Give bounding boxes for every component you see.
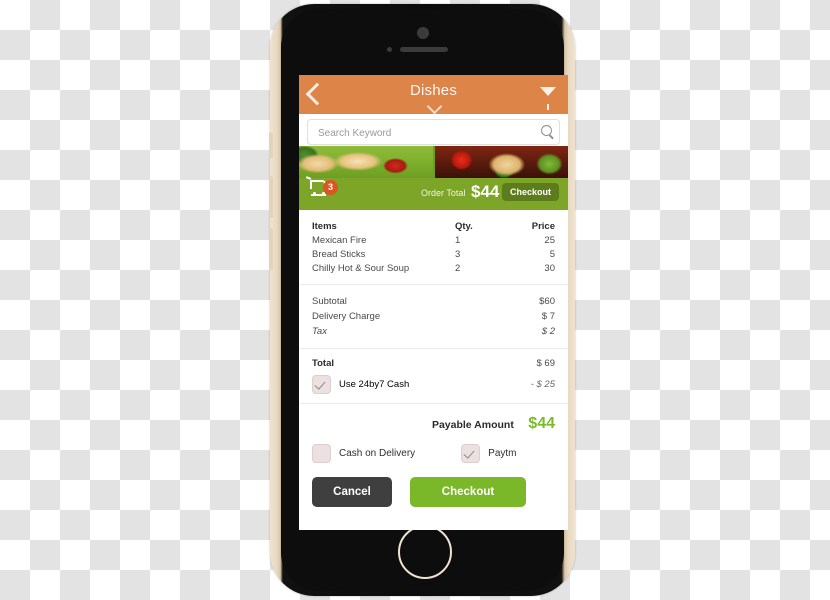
use-cash-checkbox[interactable] <box>312 375 331 394</box>
cash-on-delivery-label: Cash on Delivery <box>339 448 416 459</box>
phone-device-frame: Dishes Search Keyword 3 Order Total $44 … <box>269 4 575 596</box>
table-row: Tax $ 2 <box>312 324 555 339</box>
paytm-checkbox[interactable] <box>461 444 481 463</box>
column-header-qty: Qty. <box>455 220 473 232</box>
search-box[interactable] <box>307 119 560 146</box>
use-cash-label: Use 24by7 Cash <box>339 379 410 390</box>
screenshot-canvas: Dishes Search Keyword 3 Order Total $44 … <box>0 0 830 600</box>
chevron-down-icon[interactable] <box>426 98 442 115</box>
table-row: Bread Sticks 3 5 <box>312 247 555 261</box>
paytm-label: Paytm <box>488 448 517 459</box>
cash-option-group: Use 24by7 Cash <box>312 375 409 394</box>
total-section: Total $ 69 Use 24by7 Cash - $ 25 <box>299 349 568 404</box>
item-qty: 1 <box>455 234 461 246</box>
cash-on-delivery-checkbox[interactable] <box>312 444 331 463</box>
column-header-price: Price <box>531 220 555 232</box>
phone-screen: Dishes Search Keyword 3 Order Total $44 … <box>299 75 568 530</box>
cart-count-badge: 3 <box>323 180 338 195</box>
order-bar-checkout-button[interactable]: Checkout <box>501 183 559 201</box>
item-qty: 3 <box>455 248 461 260</box>
home-button[interactable] <box>397 525 452 579</box>
cart-wheel-left-icon <box>313 191 317 195</box>
food-photo-burger[interactable] <box>434 146 568 178</box>
checkout-button[interactable]: Checkout <box>410 477 526 507</box>
payable-amount-section: Payable Amount $44 <box>299 404 568 442</box>
total-label: Total <box>312 358 334 369</box>
item-name: Chilly Hot & Sour Soup <box>312 262 410 274</box>
cash-discount-amount: - $ 25 <box>530 379 555 390</box>
action-buttons-row: Cancel Checkout <box>299 463 568 519</box>
item-price: 5 <box>549 248 555 260</box>
charge-label-tax: Tax <box>312 326 327 337</box>
food-photo-wraps[interactable] <box>299 146 433 178</box>
item-price: 25 <box>544 234 555 246</box>
filter-funnel-icon[interactable] <box>540 87 556 110</box>
table-row: Subtotal $60 <box>312 294 555 309</box>
items-table-header-row: Items Qty. Price <box>312 219 555 233</box>
total-row: Total $ 69 <box>312 358 555 369</box>
order-total-bar: 3 Order Total $44 Checkout <box>299 178 568 210</box>
order-total-label: Order Total <box>421 188 466 198</box>
table-row: Chilly Hot & Sour Soup 2 30 <box>312 261 555 275</box>
item-qty: 2 <box>455 262 461 274</box>
proximity-sensor-icon <box>386 47 392 52</box>
total-value: $ 69 <box>536 358 556 369</box>
front-camera-icon <box>416 27 429 39</box>
charges-section: Subtotal $60 Delivery Charge $ 7 Tax $ 2 <box>299 285 568 349</box>
items-table: Items Qty. Price Mexican Fire 1 25 Bread… <box>312 219 555 275</box>
payment-option-cash-on-delivery[interactable]: Cash on Delivery <box>312 444 415 463</box>
item-price: 30 <box>544 262 555 274</box>
cash-discount-row: Use 24by7 Cash - $ 25 <box>312 375 555 394</box>
search-input[interactable] <box>316 120 525 146</box>
phone-bezel: Dishes Search Keyword 3 Order Total $44 … <box>281 9 568 591</box>
items-section: Items Qty. Price Mexican Fire 1 25 Bread… <box>299 210 568 285</box>
payable-amount-value: $44 <box>528 415 555 432</box>
cancel-button[interactable]: Cancel <box>312 477 392 507</box>
charge-amount-delivery: $ 7 <box>541 311 555 322</box>
charge-label-subtotal: Subtotal <box>312 296 347 307</box>
order-total-value: $44 <box>471 182 500 201</box>
payable-amount-label: Payable Amount <box>431 419 514 431</box>
table-row: Mexican Fire 1 25 <box>312 233 555 247</box>
search-bar <box>299 114 568 146</box>
payment-option-paytm[interactable]: Paytm <box>461 444 517 463</box>
charge-amount-subtotal: $60 <box>539 296 555 307</box>
app-header: Dishes <box>299 75 568 115</box>
page-title: Dishes <box>409 82 458 99</box>
order-summary-card: Items Qty. Price Mexican Fire 1 25 Bread… <box>299 210 568 530</box>
item-name: Bread Sticks <box>312 248 366 260</box>
earpiece-speaker-icon <box>399 47 448 52</box>
food-banner-strip[interactable] <box>299 146 568 178</box>
search-icon[interactable] <box>541 125 552 136</box>
volume-down-button[interactable] <box>269 228 273 270</box>
payment-options-group: Cash on Delivery Paytm <box>299 442 568 463</box>
volume-up-button[interactable] <box>269 176 273 218</box>
charge-amount-tax: $ 2 <box>541 326 555 337</box>
column-header-items: Items <box>312 220 337 232</box>
shopping-cart-icon[interactable]: 3 <box>310 180 338 204</box>
silent-switch-button[interactable] <box>269 132 273 158</box>
charge-label-delivery: Delivery Charge <box>312 311 381 322</box>
table-row: Delivery Charge $ 7 <box>312 309 555 324</box>
charges-table: Subtotal $60 Delivery Charge $ 7 Tax $ 2 <box>312 294 555 339</box>
item-name: Mexican Fire <box>312 234 367 246</box>
